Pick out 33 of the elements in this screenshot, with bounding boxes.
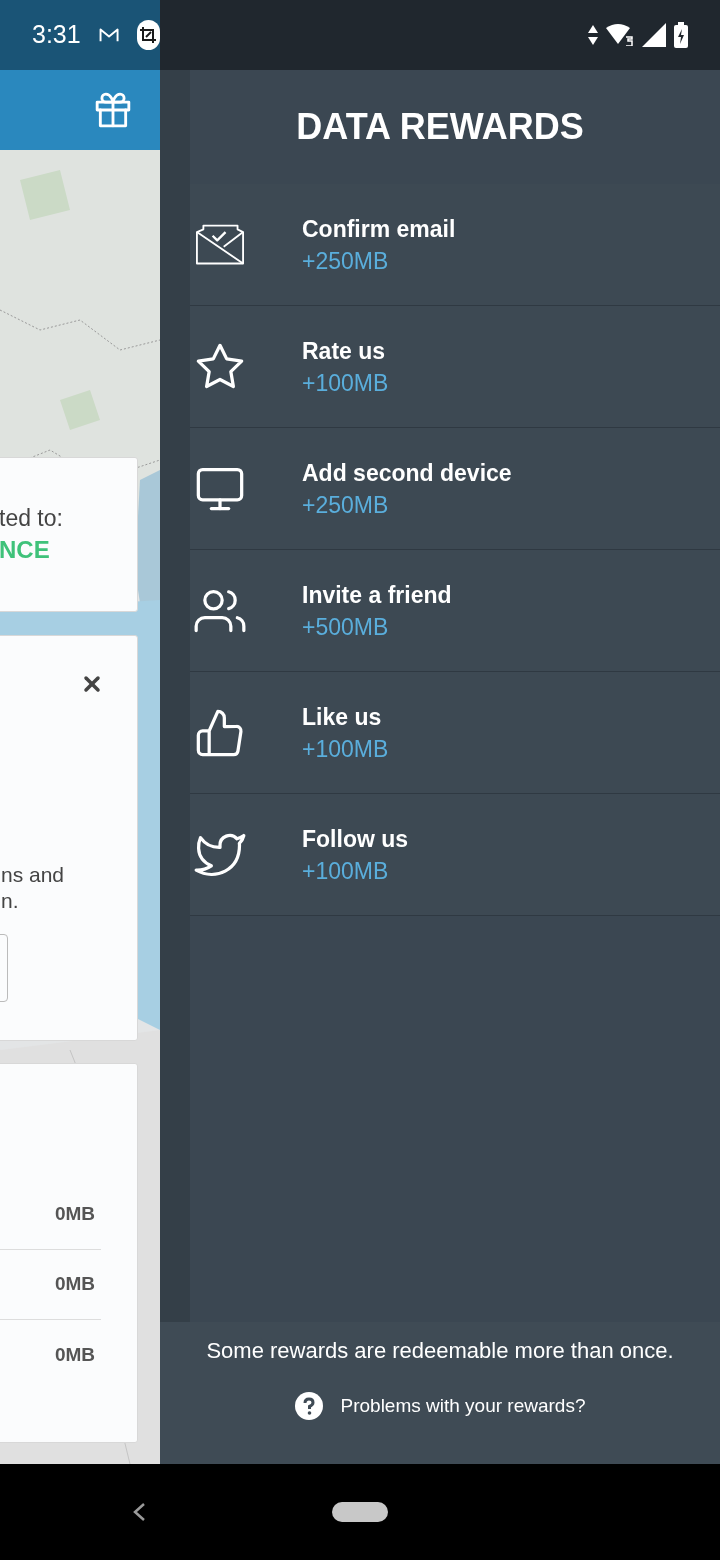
back-icon[interactable] bbox=[132, 1502, 146, 1522]
reward-amount: +500MB bbox=[302, 612, 390, 642]
reward-amount: +250MB bbox=[302, 490, 390, 520]
info-text: ns and bbox=[1, 862, 65, 888]
reward-label: Add second device bbox=[302, 458, 512, 488]
reward-amount: +100MB bbox=[302, 734, 389, 764]
reward-label: Like us bbox=[302, 702, 383, 732]
location-name: NCE bbox=[0, 534, 50, 565]
reward-label: Rate us bbox=[302, 336, 387, 366]
help-link[interactable]: Problems with your rewards? bbox=[294, 1392, 586, 1421]
drawer-title: DATA REWARDS bbox=[296, 105, 584, 149]
gift-icon[interactable] bbox=[94, 91, 132, 129]
status-time: 3:31 bbox=[32, 19, 81, 51]
reward-amount: +250MB bbox=[302, 246, 390, 276]
usage-value: 0MB bbox=[54, 1272, 95, 1297]
reward-label: Follow us bbox=[302, 824, 409, 854]
reward-amount: +100MB bbox=[302, 368, 389, 398]
connection-text: ted to: bbox=[0, 503, 63, 533]
signal-icon bbox=[642, 23, 666, 47]
reward-label: Confirm email bbox=[302, 214, 456, 244]
usage-value: 0MB bbox=[54, 1342, 95, 1367]
reward-label: Invite a friend bbox=[302, 580, 452, 610]
data-arrows-icon bbox=[588, 25, 598, 45]
info-text: n. bbox=[1, 888, 20, 914]
home-button[interactable] bbox=[332, 1502, 388, 1522]
help-icon bbox=[294, 1392, 323, 1421]
footer-note: Some rewards are redeemable more than once. bbox=[206, 1337, 674, 1365]
wifi-icon bbox=[606, 24, 634, 46]
screenshot-edit-icon bbox=[136, 20, 160, 50]
reward-amount: +100MB bbox=[302, 856, 390, 886]
usage-value: 0MB bbox=[54, 1202, 95, 1227]
battery-icon bbox=[674, 22, 688, 48]
envelope-check-icon bbox=[196, 223, 244, 266]
